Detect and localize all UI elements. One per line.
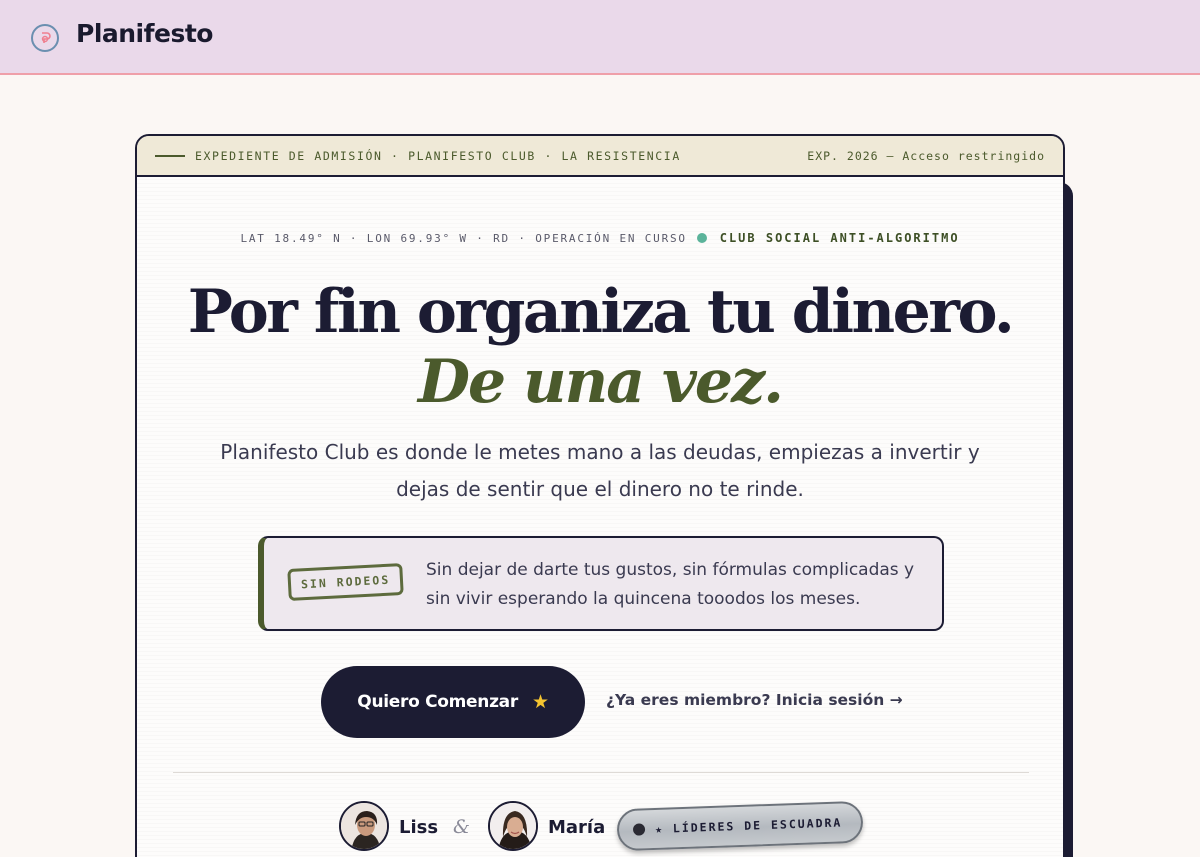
admission-card: EXPEDIENTE DE ADMISIÓN · PLANIFESTO CLUB… — [135, 134, 1065, 857]
ampersand: & — [453, 816, 470, 838]
leaders-badge-label: ★ LÍDERES DE ESCUADRA — [654, 815, 843, 836]
callout-note: SIN RODEOS Sin dejar de darte tus gustos… — [258, 536, 944, 631]
card-header: EXPEDIENTE DE ADMISIÓN · PLANIFESTO CLUB… — [137, 136, 1063, 177]
page-title: Por fin organiza tu dinero. — [187, 277, 1015, 347]
divider — [173, 772, 1029, 773]
page-subtitle: De una vez. — [417, 346, 784, 418]
coordinates-text: LAT 18.49° N · LON 69.93° W · RD · OPERA… — [240, 232, 687, 245]
coordinates-line: LAT 18.49° N · LON 69.93° W · RD · OPERA… — [137, 231, 1063, 245]
start-button-label: Quiero Comenzar — [357, 692, 518, 712]
lead-paragraph: Planifesto Club es donde le metes mano a… — [220, 440, 980, 501]
leaders-badge: ★ LÍDERES DE ESCUADRA — [616, 800, 864, 852]
card-header-title: EXPEDIENTE DE ADMISIÓN · PLANIFESTO CLUB… — [195, 148, 681, 163]
brand-name[interactable]: Planifesto — [76, 19, 213, 48]
club-tag: CLUB SOCIAL ANTI-ALGORITMO — [719, 231, 960, 245]
avatar — [488, 801, 538, 851]
card-header-left: EXPEDIENTE DE ADMISIÓN · PLANIFESTO CLUB… — [155, 149, 681, 163]
badge-hole-icon — [632, 823, 646, 836]
card-header-meta: EXP. 2026 — Acceso restringido — [807, 148, 1045, 163]
leader-name-liss: Liss — [399, 817, 439, 838]
top-bar: Planifesto — [0, 0, 1200, 75]
page-subtitle-text: De una vez. — [417, 347, 784, 417]
avatar — [339, 801, 389, 851]
login-link[interactable]: ¿Ya eres miembro? Inicia sesión → — [606, 691, 903, 709]
star-icon: ★ — [531, 691, 549, 713]
callout-text: Sin dejar de darte tus gustos, sin fórmu… — [426, 560, 915, 609]
logo-icon[interactable] — [31, 24, 59, 52]
leaders-row: Liss & María ★ LÍDERES DE ESCUADRA — [137, 800, 1063, 857]
start-button[interactable]: Quiero Comenzar ★ — [321, 666, 585, 738]
subtitle-wrap: De una vez. — [137, 346, 1063, 418]
header-rule — [155, 154, 185, 157]
leader-name-maria: María — [548, 817, 606, 838]
status-dot-icon — [697, 233, 708, 243]
stamp-badge: SIN RODEOS — [287, 563, 405, 601]
